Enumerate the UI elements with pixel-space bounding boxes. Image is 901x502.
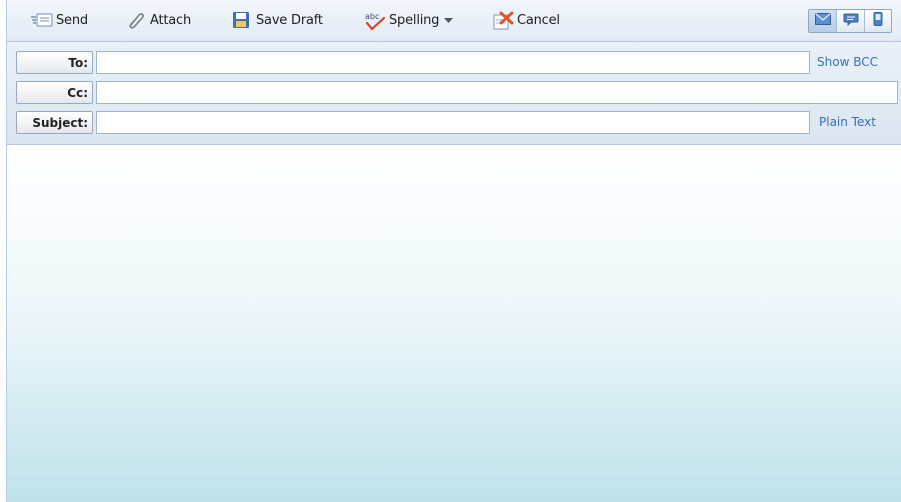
subject-button[interactable]: Subject: bbox=[16, 111, 93, 134]
save-draft-button[interactable]: Save Draft bbox=[231, 9, 323, 31]
subject-row: Subject: Plain Text bbox=[16, 111, 901, 135]
send-icon bbox=[31, 11, 53, 29]
spelling-button[interactable]: abc Spelling bbox=[364, 9, 454, 31]
cc-input[interactable] bbox=[96, 81, 898, 104]
envelope-icon bbox=[814, 13, 831, 29]
spellcheck-icon: abc bbox=[364, 11, 386, 31]
to-row: To: Show BCC bbox=[16, 51, 901, 75]
cancel-icon bbox=[492, 11, 514, 30]
message-body-editor[interactable] bbox=[7, 145, 901, 502]
email-view-button[interactable] bbox=[809, 10, 837, 32]
paperclip-icon bbox=[125, 11, 145, 29]
send-label: Send bbox=[56, 12, 88, 28]
save-draft-label: Save Draft bbox=[256, 12, 323, 28]
subject-input[interactable] bbox=[96, 111, 810, 134]
cancel-label: Cancel bbox=[517, 12, 560, 28]
to-input[interactable] bbox=[96, 51, 810, 74]
cc-button[interactable]: Cc: bbox=[16, 81, 93, 104]
chat-view-button[interactable] bbox=[837, 10, 865, 32]
chat-icon bbox=[843, 13, 859, 30]
attach-button[interactable]: Attach bbox=[125, 9, 191, 31]
svg-text:abc: abc bbox=[365, 12, 379, 21]
compose-window: Send Attach Save Draft abc Spelling Canc… bbox=[6, 0, 901, 502]
spelling-label: Spelling bbox=[389, 12, 440, 28]
mobile-view-button[interactable] bbox=[865, 10, 891, 32]
cancel-button[interactable]: Cancel bbox=[492, 9, 560, 31]
message-headers: To: Show BCC Cc: Subject: Plain Text bbox=[7, 42, 901, 145]
mobile-phone-icon bbox=[873, 12, 883, 30]
chevron-down-icon bbox=[444, 13, 454, 28]
attach-label: Attach bbox=[150, 12, 192, 28]
compose-toolbar: Send Attach Save Draft abc Spelling Canc… bbox=[7, 0, 901, 42]
view-mode-group bbox=[808, 9, 892, 33]
to-button[interactable]: To: bbox=[16, 51, 93, 74]
plain-text-link[interactable]: Plain Text bbox=[819, 115, 876, 129]
show-bcc-link[interactable]: Show BCC bbox=[817, 55, 878, 69]
send-button[interactable]: Send bbox=[31, 9, 88, 31]
cc-row: Cc: bbox=[16, 81, 901, 105]
floppy-disk-icon bbox=[231, 11, 251, 29]
